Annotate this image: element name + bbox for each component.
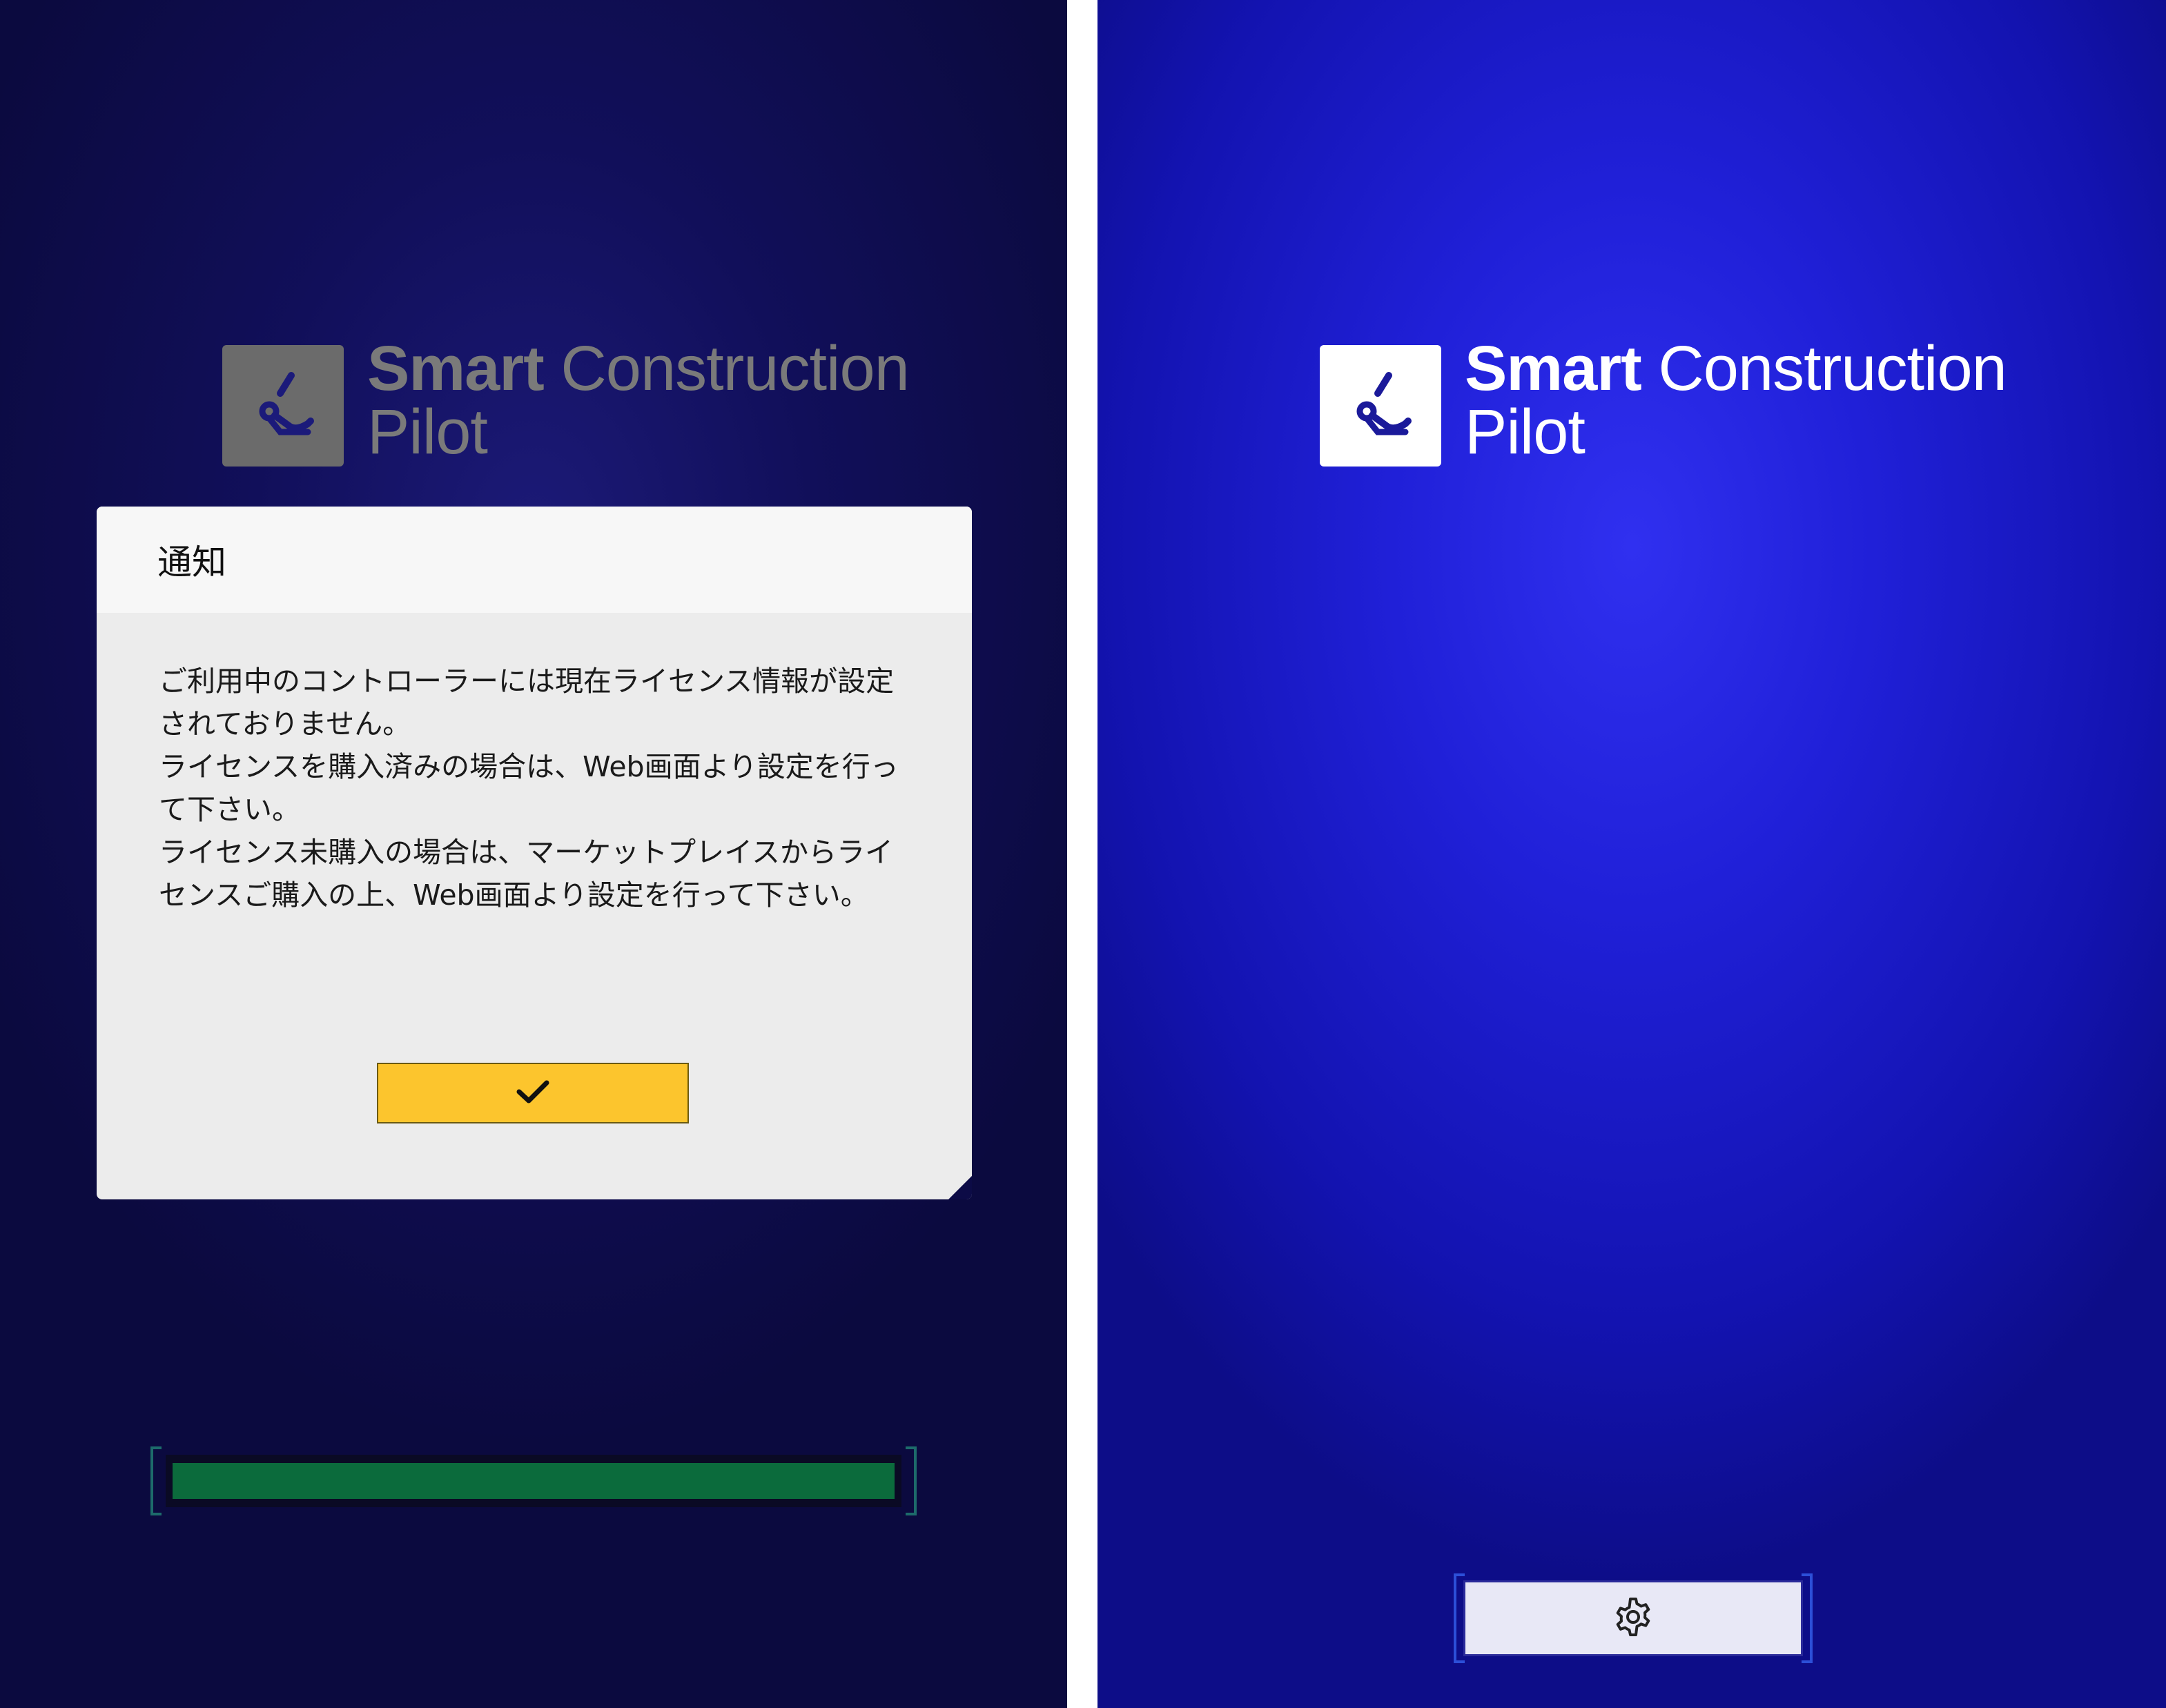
excavator-arm-icon bbox=[242, 363, 324, 449]
checkmark-icon bbox=[515, 1078, 551, 1108]
progress-bracket-left bbox=[150, 1446, 162, 1515]
logo-badge bbox=[222, 345, 344, 467]
logo-word-smart: Smart bbox=[367, 333, 545, 404]
logo-word-construction: Construction bbox=[1641, 333, 2007, 404]
logo-badge bbox=[1320, 345, 1441, 467]
app-logo: Smart Construction Pilot bbox=[222, 337, 910, 467]
settings-button-frame bbox=[1454, 1573, 1813, 1663]
progress-bar bbox=[150, 1446, 917, 1515]
logo-word-pilot: Pilot bbox=[367, 397, 488, 467]
settings-bracket-right bbox=[1802, 1573, 1813, 1663]
ok-button[interactable] bbox=[377, 1063, 689, 1123]
dialog-message-line: ライセンスを購入済みの場合は、Web画面より設定を行って下さい。 bbox=[159, 750, 899, 826]
logo-wordmark: Smart Construction Pilot bbox=[367, 337, 910, 467]
dialog-title: 通知 bbox=[97, 507, 972, 613]
logo-word-pilot: Pilot bbox=[1465, 397, 1586, 467]
logo-wordmark: Smart Construction Pilot bbox=[1465, 337, 2007, 464]
right-screen: Smart Construction Pilot bbox=[1097, 0, 2166, 1708]
progress-bracket-right bbox=[906, 1446, 917, 1515]
notification-dialog: 通知 ご利用中のコントローラーには現在ライセンス情報が設定されておりません。 ラ… bbox=[97, 507, 972, 1199]
settings-button[interactable] bbox=[1463, 1580, 1803, 1656]
dialog-message-line: ご利用中のコントローラーには現在ライセンス情報が設定されておりません。 bbox=[159, 665, 895, 740]
logo-word-construction: Construction bbox=[543, 333, 909, 404]
left-screen: Smart Construction Pilot 通知 ご利用中のコントローラー… bbox=[0, 0, 1067, 1708]
progress-track bbox=[166, 1455, 901, 1507]
app-logo: Smart Construction Pilot bbox=[1320, 337, 2007, 467]
progress-fill bbox=[173, 1463, 895, 1499]
gear-icon bbox=[1611, 1595, 1655, 1642]
excavator-arm-icon bbox=[1339, 363, 1422, 449]
dialog-message: ご利用中のコントローラーには現在ライセンス情報が設定されておりません。 ライセン… bbox=[159, 660, 911, 916]
logo-word-smart: Smart bbox=[1465, 333, 1642, 404]
dialog-message-line: ライセンス未購入の場合は、マーケットプレイスからライセンスご購入の上、Web画面… bbox=[159, 836, 893, 912]
